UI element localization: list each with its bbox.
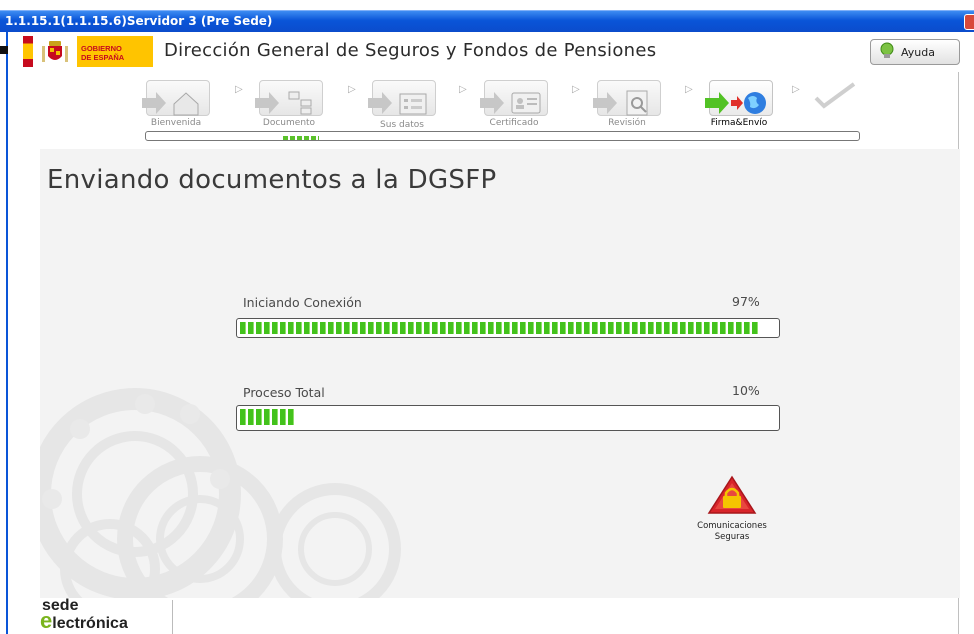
step-label: Bienvenida — [150, 118, 202, 128]
window-left-edge — [0, 32, 9, 634]
step-documento[interactable]: Documento — [253, 78, 325, 128]
header: GOBIERNO DE ESPAÑA Dirección General de … — [9, 32, 974, 72]
total-progress-bar — [236, 405, 780, 431]
wizard-steps: Bienvenida ▷ Documento ▷ Sus datos ▷ Cer… — [140, 72, 865, 144]
connection-progress-label: Iniciando Conexión — [243, 295, 362, 310]
step-label: Firma&Envío — [710, 118, 768, 128]
wizard-progress-indicator — [283, 136, 319, 140]
window-title: 1.1.15.1(1.1.15.6)Servidor 3 (Pre Sede) — [5, 14, 273, 28]
connection-progress-percent: 97% — [732, 294, 760, 309]
window-title-bar[interactable]: 1.1.15.1(1.1.15.6)Servidor 3 (Pre Sede) — [0, 10, 974, 32]
close-icon[interactable] — [964, 14, 974, 30]
step-certificado[interactable]: Certificado — [478, 78, 550, 128]
step-label: Documento — [262, 118, 316, 128]
step-label: Certificado — [489, 118, 539, 128]
step-revision[interactable]: Revisión — [591, 78, 663, 128]
step-separator-icon: ▷ — [685, 84, 693, 95]
main-panel: Enviando documentos a la DGSFP Iniciando… — [40, 149, 960, 598]
help-label: Ayuda — [901, 45, 935, 59]
connection-progress-bar — [236, 318, 780, 338]
certificate-icon — [480, 92, 541, 114]
step-bienvenida[interactable]: Bienvenida — [140, 78, 212, 128]
globe-icon — [705, 92, 766, 114]
step-firma-envio[interactable]: Firma&Envío — [703, 78, 775, 128]
help-button[interactable]: Ayuda — [870, 39, 960, 65]
brand-line-1: sede — [42, 597, 79, 614]
home-icon — [142, 92, 199, 116]
coat-of-arms-icon — [33, 36, 77, 67]
form-icon — [368, 92, 427, 115]
padlock-warning-icon — [707, 475, 757, 514]
document-tree-icon — [255, 91, 312, 115]
connection-progress-fill — [240, 322, 760, 334]
gobierno-logo: GOBIERNO DE ESPAÑA — [23, 36, 153, 67]
step-label: Sus datos — [380, 120, 424, 130]
step-separator-icon: ▷ — [348, 84, 356, 95]
checkmark-icon — [814, 82, 856, 109]
step-separator-icon: ▷ — [572, 84, 580, 95]
step-separator-icon: ▷ — [459, 84, 467, 95]
step-label: Revisión — [608, 118, 646, 128]
brand-line-2: electrónica — [40, 608, 128, 633]
total-progress-label: Proceso Total — [243, 385, 325, 400]
page-title: Enviando documentos a la DGSFP — [47, 165, 497, 195]
lightbulb-icon — [879, 42, 895, 63]
secure-communications-badge: Comunicaciones Seguras — [687, 475, 777, 543]
step-separator-icon: ▷ — [792, 84, 800, 95]
wizard-progress-track — [145, 131, 860, 141]
secure-caption-line2: Seguras — [714, 532, 750, 542]
step-separator-icon: ▷ — [235, 84, 243, 95]
total-progress-fill — [240, 409, 294, 425]
secure-caption-line1: Comunicaciones — [697, 521, 767, 531]
step-sus-datos[interactable]: Sus datos — [366, 78, 438, 130]
total-progress-percent: 10% — [732, 383, 760, 398]
bearings-watermark-icon — [40, 388, 401, 598]
logo-text: GOBIERNO DE ESPAÑA — [77, 36, 153, 67]
app-title: Dirección General de Seguros y Fondos de… — [164, 40, 657, 61]
sede-electronica-logo: sede electrónica — [40, 598, 180, 634]
magnifier-icon — [593, 90, 648, 116]
application-window: 1.1.15.1(1.1.15.6)Servidor 3 (Pre Sede) … — [0, 0, 974, 634]
